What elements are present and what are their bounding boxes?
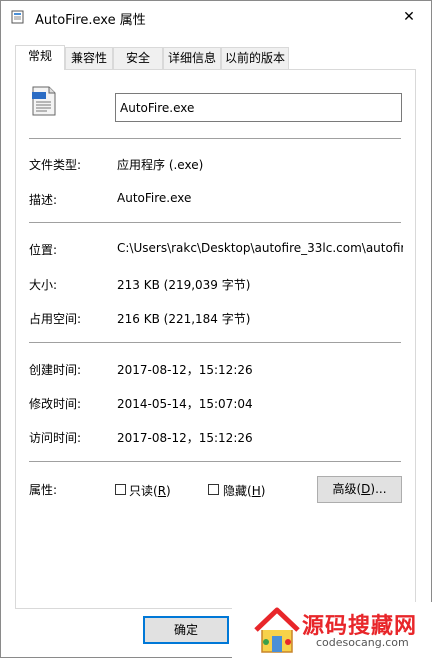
tab-details[interactable]: 详细信息 xyxy=(163,47,221,69)
file-type-value: 应用程序 (.exe) xyxy=(117,158,204,172)
separator xyxy=(29,461,401,462)
modified-value: 2014-05-14，15:07:04 xyxy=(117,397,253,411)
file-type-label: 文件类型: xyxy=(29,158,82,172)
close-icon: ✕ xyxy=(403,9,415,25)
description-value: AutoFire.exe xyxy=(117,191,192,205)
tab-details-label: 详细信息 xyxy=(167,51,216,65)
separator xyxy=(29,138,401,139)
hidden-text: 隐藏 xyxy=(223,484,248,498)
watermark-logo: 源码搜藏网 codesocang.com xyxy=(232,602,432,659)
hidden-label[interactable]: 隐藏(H) xyxy=(223,482,265,499)
tab-previous-versions-label: 以前的版本 xyxy=(224,51,285,65)
window-title: AutoFire.exe 属性 xyxy=(35,13,146,28)
separator xyxy=(29,342,401,343)
ok-button[interactable]: 确定 xyxy=(143,616,229,644)
exe-file-icon xyxy=(11,10,24,24)
size-value: 213 KB (219,039 字节) xyxy=(117,278,251,292)
created-label: 创建时间: xyxy=(29,363,82,377)
advanced-button[interactable]: 高级(D)... xyxy=(317,476,402,503)
size-label: 大小: xyxy=(29,278,58,292)
location-value-container: C:\Users\rakc\Desktop\autofire_33lc.com\… xyxy=(117,241,403,255)
location-value[interactable]: C:\Users\rakc\Desktop\autofire_33lc.com\… xyxy=(117,241,403,255)
readonly-text: 只读 xyxy=(129,484,154,498)
size-on-disk-value: 216 KB (221,184 字节) xyxy=(117,312,251,326)
location-label: 位置: xyxy=(29,243,58,257)
tab-security-label: 安全 xyxy=(125,51,150,65)
hidden-access-key: H xyxy=(251,484,261,498)
tab-general[interactable]: 常规 xyxy=(15,45,65,70)
separator xyxy=(29,222,401,223)
tab-compatibility[interactable]: 兼容性 xyxy=(65,47,113,69)
file-name-input[interactable] xyxy=(115,93,402,122)
tab-previous-versions[interactable]: 以前的版本 xyxy=(221,47,289,69)
watermark-subtext: codesocang.com xyxy=(316,636,409,649)
readonly-access-key: R xyxy=(157,484,167,498)
title-bar[interactable]: AutoFire.exe 属性 ✕ xyxy=(1,1,431,33)
close-button[interactable]: ✕ xyxy=(397,6,421,28)
tab-general-label: 常规 xyxy=(27,49,52,63)
accessed-value: 2017-08-12，15:12:26 xyxy=(117,431,253,445)
hidden-checkbox[interactable] xyxy=(208,484,219,495)
readonly-checkbox[interactable] xyxy=(115,484,126,495)
size-on-disk-label: 占用空间: xyxy=(29,312,82,326)
readonly-label[interactable]: 只读(R) xyxy=(129,482,171,499)
tab-security[interactable]: 安全 xyxy=(113,47,163,69)
description-label: 描述: xyxy=(29,193,58,207)
modified-label: 修改时间: xyxy=(29,397,82,411)
created-value: 2017-08-12，15:12:26 xyxy=(117,363,253,377)
tab-compatibility-label: 兼容性 xyxy=(70,51,107,65)
attributes-label: 属性: xyxy=(29,483,58,497)
application-file-icon xyxy=(32,86,56,116)
advanced-text: 高级 xyxy=(332,482,357,496)
advanced-access-key: D xyxy=(361,482,371,496)
properties-dialog: AutoFire.exe 属性 ✕ 常规 兼容性 安全 详细信息 以前的版本 文… xyxy=(0,0,432,659)
accessed-label: 访问时间: xyxy=(29,431,82,445)
house-logo-icon xyxy=(254,607,300,653)
general-panel xyxy=(15,69,416,609)
